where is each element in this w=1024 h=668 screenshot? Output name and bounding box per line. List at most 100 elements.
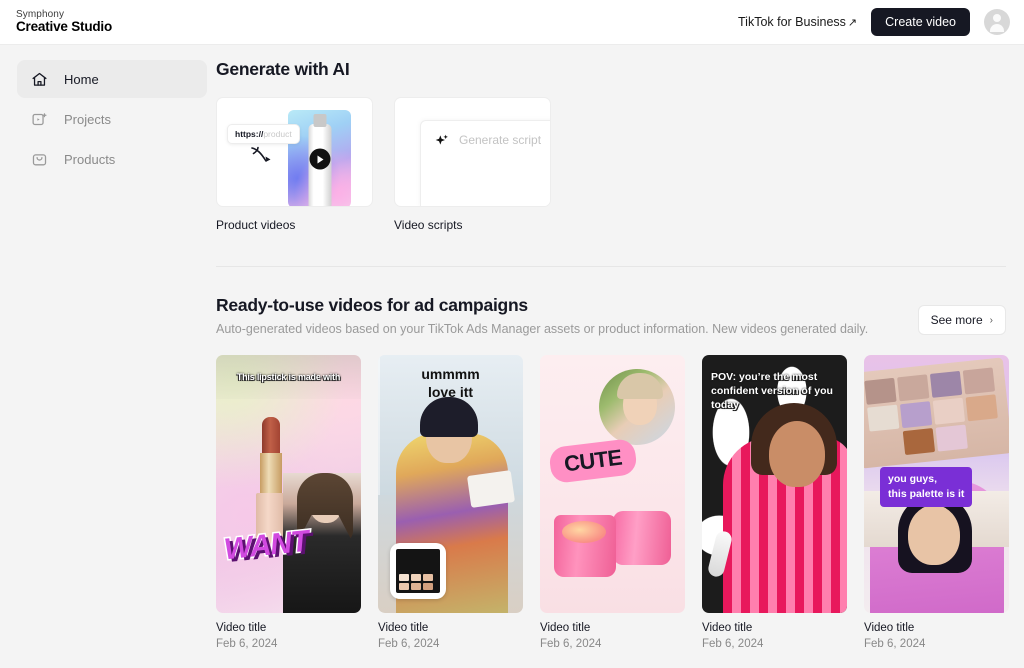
person-face — [769, 421, 825, 487]
person-circle-overlay — [599, 369, 675, 445]
video-grid: WANT This lipstick is made with Video ti… — [216, 355, 1009, 650]
product-url-prefix: https:// — [235, 129, 264, 139]
video-title: Video title — [216, 622, 267, 634]
palette-pan — [411, 574, 421, 581]
video-date: Feb 6, 2024 — [216, 638, 278, 650]
video-date: Feb 6, 2024 — [378, 638, 440, 650]
palette-pan — [896, 374, 929, 402]
palette-pan — [929, 370, 962, 398]
video-card: you guys, this palette is it Video title… — [864, 355, 1009, 650]
palette-pan — [962, 367, 995, 395]
palette-pan — [965, 394, 998, 422]
balm-lid-illustration — [613, 511, 671, 565]
sparkle-icon — [434, 133, 450, 154]
generate-cards-row: https://product Product videos Generate … — [216, 97, 1006, 232]
held-card-illustration — [466, 470, 516, 508]
product-videos-card[interactable]: https://product — [216, 97, 373, 207]
video-thumbnail[interactable]: CUTE — [540, 355, 685, 613]
palette-pan — [399, 574, 409, 581]
shopping-bag-icon — [31, 151, 48, 168]
product-videos-cell: https://product Product videos — [216, 97, 373, 232]
avatar[interactable] — [984, 9, 1010, 35]
balm-cream — [562, 521, 606, 543]
palette-row — [399, 583, 437, 590]
video-title: Video title — [540, 622, 591, 634]
ready-section-text: Ready-to-use videos for ad campaigns Aut… — [216, 295, 868, 336]
video-card: CUTE Video title Feb 6, 2024 — [540, 355, 685, 650]
video-caption-bar: This lipstick is made with — [216, 355, 361, 399]
play-icon — [309, 148, 330, 170]
palette-pan — [866, 404, 899, 432]
palette-pan — [411, 583, 421, 590]
video-date: Feb 6, 2024 — [702, 638, 764, 650]
video-project-icon — [31, 111, 48, 128]
create-video-button[interactable]: Create video — [871, 8, 970, 36]
sidebar-item-products-label: Products — [64, 151, 116, 167]
palette-pan — [864, 377, 897, 405]
person-face — [908, 505, 960, 565]
video-overlay-text: This lipstick is made with — [236, 372, 341, 382]
video-scripts-cell: Generate script Video scripts — [394, 97, 551, 232]
tiktok-for-business-label: TikTok for Business — [738, 15, 846, 29]
main-content: Generate with AI https://product Product… — [216, 45, 1024, 668]
video-thumbnail[interactable]: ummmm love itt — [378, 355, 523, 613]
chevron-right-icon: › — [989, 314, 993, 326]
video-overlay-text: ummmm love itt — [421, 366, 480, 400]
brand-logo[interactable]: Symphony Creative Studio — [16, 9, 113, 35]
product-overlay — [390, 543, 446, 599]
eyeshadow-palette-illustration — [864, 357, 1009, 469]
home-icon — [31, 71, 48, 88]
palette-pan — [932, 397, 965, 425]
generate-script-placeholder: Generate script — [459, 133, 542, 147]
ready-section-subtitle: Auto-generated videos based on your TikT… — [216, 322, 869, 336]
lipstick-gold-band — [260, 453, 282, 495]
app-header: Symphony Creative Studio TikTok for Busi… — [0, 0, 1024, 45]
video-title: Video title — [864, 622, 915, 634]
sidebar-item-home-label: Home — [64, 71, 99, 87]
generate-section-title: Generate with AI — [216, 59, 350, 79]
sidebar-item-products[interactable]: Products — [17, 140, 207, 178]
product-videos-caption: Product videos — [216, 218, 296, 232]
see-more-label: See more — [930, 313, 983, 327]
sidebar-item-projects[interactable]: Projects — [17, 100, 207, 138]
external-link-icon: ↗ — [847, 16, 858, 29]
palette-pan — [423, 583, 433, 590]
ready-section-header: Ready-to-use videos for ad campaigns Aut… — [216, 295, 1006, 336]
bottle-cap-illustration — [313, 114, 326, 127]
video-card: ummmm love itt Video title Feb 6, 2024 — [378, 355, 523, 650]
video-scripts-card[interactable]: Generate script — [394, 97, 551, 207]
video-thumbnail[interactable]: you guys, this palette is it — [864, 355, 1009, 613]
video-thumbnail[interactable]: POV: you’re the most confident version o… — [702, 355, 847, 613]
video-date: Feb 6, 2024 — [864, 638, 926, 650]
brand-name-bottom: Creative Studio — [16, 19, 113, 35]
video-date: Feb 6, 2024 — [540, 638, 602, 650]
sidebar-item-projects-label: Projects — [64, 111, 111, 127]
palette-pan — [399, 583, 409, 590]
product-url-pill: https://product — [227, 124, 300, 144]
palette-illustration — [396, 549, 440, 593]
ready-section-title: Ready-to-use videos for ad campaigns — [216, 295, 528, 315]
lipstick-bullet — [262, 417, 280, 455]
curved-arrow-icon — [249, 145, 275, 174]
balm-jar-illustration — [554, 515, 616, 577]
sidebar-item-home[interactable]: Home — [17, 60, 207, 98]
sidebar: Home Projects Products — [0, 45, 216, 668]
product-url-placeholder: product — [263, 129, 292, 139]
palette-pan — [902, 428, 935, 456]
section-divider — [216, 266, 1006, 267]
tiktok-for-business-link[interactable]: TikTok for Business ↗ — [738, 15, 857, 29]
video-scripts-caption: Video scripts — [394, 218, 463, 232]
video-title: Video title — [378, 622, 429, 634]
video-thumbnail[interactable]: WANT This lipstick is made with — [216, 355, 361, 613]
lipstick-illustration — [256, 417, 286, 543]
video-card: POV: you’re the most confident version o… — [702, 355, 847, 650]
generate-script-panel[interactable]: Generate script — [420, 120, 550, 206]
video-overlay-text: you guys, this palette is it — [880, 467, 973, 508]
palette-pan — [935, 424, 968, 452]
video-sticker: CUTE — [548, 437, 638, 485]
video-card: WANT This lipstick is made with Video ti… — [216, 355, 361, 650]
person-hair — [617, 373, 663, 399]
palette-pan — [423, 574, 433, 581]
see-more-button[interactable]: See more › — [917, 305, 1006, 335]
palette-row — [399, 574, 437, 581]
